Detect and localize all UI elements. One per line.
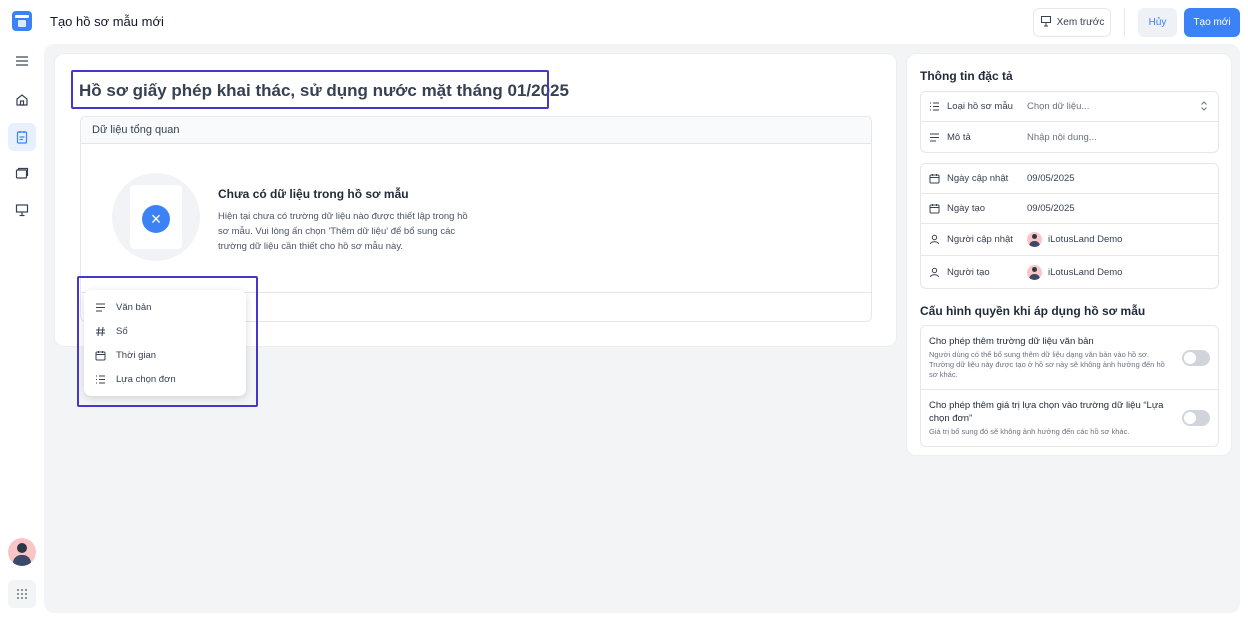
user-avatar[interactable] (8, 538, 36, 566)
overview-header: Dữ liệu tổng quan (81, 117, 871, 144)
template-type-row[interactable]: Loại hồ sơ mẫu Chọn dữ liệu... (921, 92, 1218, 122)
user-icon (921, 267, 947, 278)
top-bar: Tạo hồ sơ mẫu mới Xem trước Hủy Tạo mới (0, 0, 1248, 44)
avatar (1027, 264, 1042, 280)
allow-text-field-toggle[interactable] (1182, 349, 1210, 366)
updater-name: iLotusLand Demo (1048, 234, 1123, 245)
document-icon[interactable] (8, 123, 36, 151)
template-type-label: Loại hồ sơ mẫu (947, 101, 1013, 112)
menu-highlight-box (77, 276, 258, 407)
title-highlight-box (71, 70, 549, 109)
creator-label: Người tạo (947, 266, 990, 278)
updater-row: Người cập nhật iLotusLand Demo (921, 224, 1218, 256)
apps-grid-icon[interactable] (8, 580, 36, 608)
calendar-icon (921, 203, 947, 214)
updater-value: iLotusLand Demo (1027, 232, 1122, 247)
presentation-icon[interactable] (8, 196, 36, 224)
permission-description: Giá trị bổ sung đó sẽ không ảnh hưởng đế… (929, 427, 1130, 436)
home-icon[interactable] (8, 86, 36, 114)
creator-name: iLotusLand Demo (1048, 266, 1123, 278)
permission-title: Cho phép thêm giá trị lựa chọn vào trườn… (929, 400, 1164, 424)
header-divider (1124, 8, 1125, 37)
user-icon (921, 234, 947, 245)
created-date-label: Ngày tạo (947, 203, 986, 214)
empty-state-description: Hiện tại chưa có trường dữ liệu nào được… (218, 211, 468, 252)
spec-title: Thông tin đặc tả (920, 69, 1013, 83)
spec-fields-box: Loại hồ sơ mẫu Chọn dữ liệu... Mô tả Nhậ… (920, 91, 1219, 153)
description-input[interactable]: Nhập nội dung... (1027, 132, 1097, 143)
app-logo-icon[interactable] (12, 11, 32, 31)
permission-item: Cho phép thêm giá trị lựa chọn vào trườn… (921, 390, 1218, 446)
empty-state-illustration: × (112, 173, 200, 261)
creator-value: iLotusLand Demo (1027, 264, 1123, 280)
presentation-icon (1040, 15, 1052, 30)
spec-panel: Thông tin đặc tả Loại hồ sơ mẫu Chọn dữ … (906, 53, 1232, 456)
list-icon (921, 101, 947, 112)
text-lines-icon (921, 132, 947, 143)
page-title: Tạo hồ sơ mẫu mới (50, 14, 164, 29)
description-row[interactable]: Mô tả Nhập nội dung... (921, 122, 1218, 152)
create-button[interactable]: Tạo mới (1184, 8, 1240, 37)
menu-icon[interactable] (8, 47, 36, 75)
calendar-icon (921, 173, 947, 184)
updated-date-row: Ngày cập nhật 09/05/2025 (921, 164, 1218, 194)
template-type-select[interactable]: Chọn dữ liệu... (1027, 101, 1089, 112)
preview-label: Xem trước (1056, 17, 1105, 28)
permissions-box: Cho phép thêm trường dữ liệu văn bản Ngư… (920, 325, 1219, 447)
updated-date-value: 09/05/2025 (1027, 173, 1075, 184)
allow-choice-value-toggle[interactable] (1182, 410, 1210, 426)
folders-icon[interactable] (8, 159, 36, 187)
close-icon: × (142, 205, 170, 233)
created-date-value: 09/05/2025 (1027, 203, 1075, 214)
sidebar (0, 44, 44, 621)
metadata-box: Ngày cập nhật 09/05/2025 Ngày tạo 09/05/… (920, 163, 1219, 289)
updater-label: Người cập nhật (947, 234, 1013, 245)
creator-row: Người tạo iLotusLand Demo (921, 256, 1218, 288)
preview-button[interactable]: Xem trước (1033, 8, 1111, 37)
permissions-title: Cấu hình quyền khi áp dụng hồ sơ mẫu (920, 304, 1146, 318)
description-label: Mô tả (947, 131, 971, 143)
updated-date-label: Ngày cập nhật (947, 173, 1009, 184)
permission-item: Cho phép thêm trường dữ liệu văn bản Ngư… (921, 326, 1218, 390)
avatar (1027, 232, 1042, 247)
chevron-updown-icon[interactable] (1200, 100, 1208, 115)
cancel-button[interactable]: Hủy (1138, 8, 1177, 37)
created-date-row: Ngày tạo 09/05/2025 (921, 194, 1218, 224)
permission-title: Cho phép thêm trường dữ liệu văn bản (929, 336, 1094, 347)
empty-state-title: Chưa có dữ liệu trong hồ sơ mẫu (218, 187, 409, 201)
permission-description: Người dùng có thể bổ sung thêm dữ liệu d… (929, 350, 1165, 379)
